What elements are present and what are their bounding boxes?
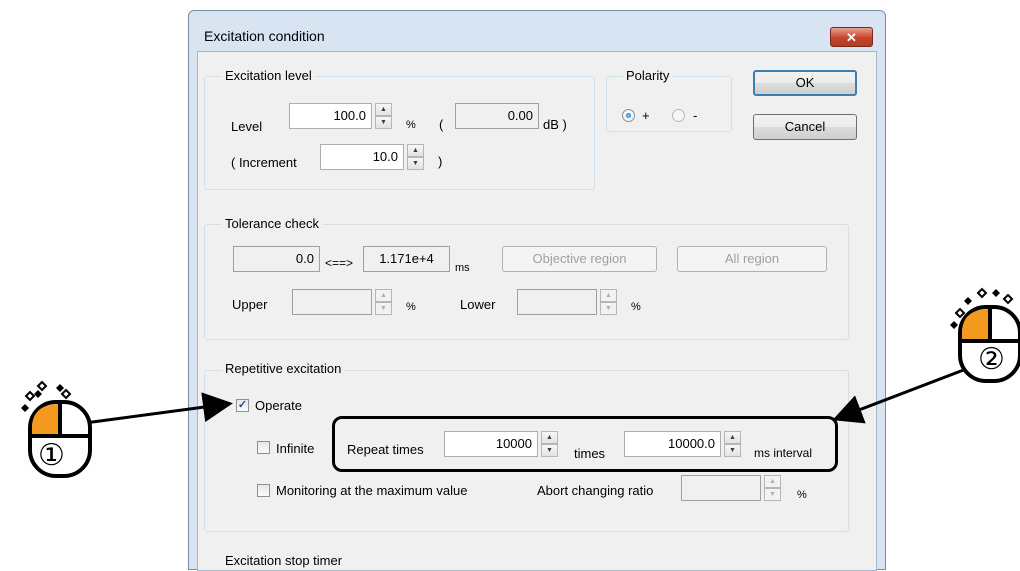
annotation-arrows xyxy=(84,364,975,425)
mouse-2-number: ② xyxy=(978,343,1005,376)
arrow-to-operate xyxy=(84,392,233,425)
mouse-1-number: ① xyxy=(38,439,65,472)
